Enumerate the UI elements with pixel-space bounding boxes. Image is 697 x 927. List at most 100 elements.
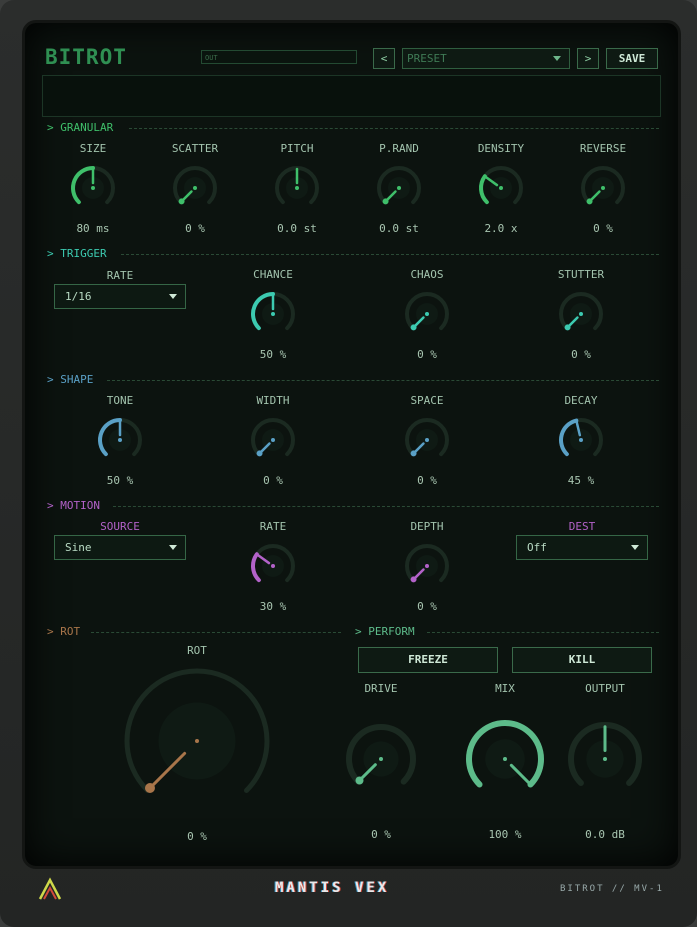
knob-density-value: 2.0 x xyxy=(484,222,518,235)
knob-stutter-tip xyxy=(564,324,571,331)
knob-output-label: OUTPUT xyxy=(585,682,625,695)
section-rot: > ROT xyxy=(47,625,81,638)
knob-density[interactable] xyxy=(473,160,529,216)
knob-prand-label: P.RAND xyxy=(379,142,419,155)
chevron-down-icon xyxy=(631,545,639,550)
knob-drive-tip xyxy=(355,776,364,785)
knob-prand[interactable] xyxy=(371,160,427,216)
knob-chaos-center-dot xyxy=(425,312,429,316)
section-granular: > GRANULAR xyxy=(47,121,114,134)
knob-scatter-tip xyxy=(178,198,185,205)
knob-stutter-value: 0 % xyxy=(571,348,591,361)
knob-chance-center-dot xyxy=(271,312,275,316)
knob-rot[interactable] xyxy=(119,663,275,819)
knob-stutter-center-dot xyxy=(579,312,583,316)
trigger-rate-value: 1/16 xyxy=(65,290,92,303)
knob-pitch-label: PITCH xyxy=(280,142,314,155)
motion-dest-select[interactable]: Off xyxy=(516,535,648,560)
freeze-button[interactable]: FREEZE xyxy=(358,647,498,673)
motion-source-label: SOURCE xyxy=(100,520,140,533)
knob-mix[interactable] xyxy=(461,715,549,803)
motion-dest-label: DEST xyxy=(568,520,596,533)
rot-value: 0 % xyxy=(187,830,207,843)
section-perform: > PERFORM xyxy=(355,625,415,638)
knob-chaos[interactable] xyxy=(399,286,455,342)
knob-reverse-center-dot xyxy=(601,186,605,190)
knob-width-label: WIDTH xyxy=(256,394,290,407)
knob-stutter-label: STUTTER xyxy=(557,268,605,281)
knob-tone-value: 50 % xyxy=(106,474,134,487)
knob-width[interactable] xyxy=(245,412,301,468)
kill-button[interactable]: KILL xyxy=(512,647,652,673)
knob-pitch-center-dot xyxy=(295,186,299,190)
knob-reverse[interactable] xyxy=(575,160,631,216)
knob-scatter-label: SCATTER xyxy=(171,142,219,155)
knob-output-value: 0.0 dB xyxy=(585,828,625,841)
motion-source-select[interactable]: Sine xyxy=(54,535,186,560)
knob-motion-rate-value: 30 % xyxy=(259,600,287,613)
knob-pitch-value: 0.0 st xyxy=(277,222,317,235)
knob-decay-label: DECAY xyxy=(564,394,598,407)
knob-drive[interactable] xyxy=(341,719,421,799)
plugin-panel: BITROT OUT < PRESET > SAVE > GRANULAR > … xyxy=(22,20,681,869)
knob-reverse-value: 0 % xyxy=(593,222,613,235)
motion-source-value: Sine xyxy=(65,541,92,554)
brand-name: MANTIS VEX xyxy=(275,880,390,896)
preset-dropdown[interactable]: PRESET xyxy=(402,48,570,69)
knob-stutter[interactable] xyxy=(553,286,609,342)
knob-chaos-value: 0 % xyxy=(417,348,437,361)
knob-scatter-value: 0 % xyxy=(185,222,205,235)
knob-chaos-label: CHAOS xyxy=(410,268,444,281)
section-motion: > MOTION xyxy=(47,499,100,512)
knob-width-center-dot xyxy=(271,438,275,442)
knob-space[interactable] xyxy=(399,412,455,468)
knob-decay[interactable] xyxy=(553,412,609,468)
knob-space-center-dot xyxy=(425,438,429,442)
knob-mix-value: 100 % xyxy=(488,828,522,841)
trigger-rate-select[interactable]: 1/16 xyxy=(54,284,186,309)
knob-scatter[interactable] xyxy=(167,160,223,216)
knob-rot-center-dot xyxy=(195,739,199,743)
knob-drive-value: 0 % xyxy=(371,828,391,841)
knob-mix-center-dot xyxy=(503,757,507,761)
knob-space-label: SPACE xyxy=(410,394,444,407)
trigger-rate-label: RATE xyxy=(106,269,134,282)
knob-motion-rate[interactable] xyxy=(245,538,301,594)
knob-tone-label: TONE xyxy=(106,394,134,407)
knob-drive-label: DRIVE xyxy=(364,682,398,695)
knob-chance[interactable] xyxy=(245,286,301,342)
knob-space-value: 0 % xyxy=(417,474,437,487)
knob-motion-rate-fill xyxy=(251,552,261,583)
knob-chance-label: CHANCE xyxy=(253,268,293,281)
plugin-title: BITROT xyxy=(45,45,127,69)
section-shape: > SHAPE xyxy=(47,373,94,386)
prev-preset-button[interactable]: < xyxy=(373,48,395,69)
rot-label: ROT xyxy=(187,644,207,657)
knob-tone[interactable] xyxy=(92,412,148,468)
knob-output-center-dot xyxy=(603,757,607,761)
motion-dest-value: Off xyxy=(527,541,547,554)
preset-label: PRESET xyxy=(407,52,447,65)
knob-width-value: 0 % xyxy=(263,474,283,487)
knob-scatter-center-dot xyxy=(193,186,197,190)
chevron-down-icon xyxy=(169,545,177,550)
section-trigger: > TRIGGER xyxy=(47,247,107,260)
save-button[interactable]: SAVE xyxy=(606,48,658,69)
knob-chaos-tip xyxy=(410,324,417,331)
knob-reverse-tip xyxy=(586,198,593,205)
knob-size[interactable] xyxy=(65,160,121,216)
next-preset-button[interactable]: > xyxy=(577,48,599,69)
chevron-down-icon xyxy=(553,56,561,61)
knob-chance-value: 50 % xyxy=(259,348,287,361)
knob-pitch[interactable] xyxy=(269,160,325,216)
knob-motion-depth[interactable] xyxy=(399,538,455,594)
knob-decay-value: 45 % xyxy=(567,474,595,487)
knob-motion-depth-tip xyxy=(410,576,417,583)
knob-output[interactable] xyxy=(563,717,647,801)
knob-width-tip xyxy=(256,450,263,457)
chevron-down-icon xyxy=(169,294,177,299)
model-name: BITROT // MV-1 xyxy=(560,884,664,894)
knob-size-label: SIZE xyxy=(79,142,107,155)
knob-drive-center-dot xyxy=(379,757,383,761)
knob-density-center-dot xyxy=(499,186,503,190)
